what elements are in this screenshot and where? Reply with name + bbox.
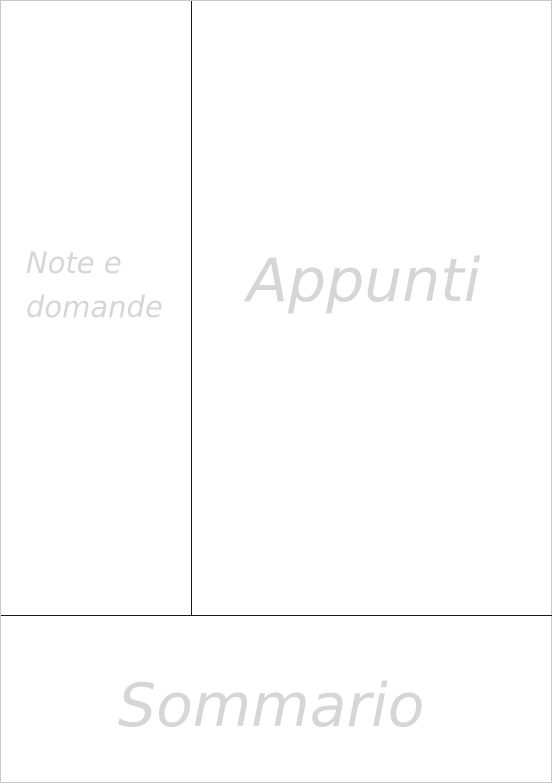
summary-area-placeholder: Sommario (118, 671, 425, 741)
cue-column[interactable]: Note e domande (1, 1, 192, 615)
summary-area[interactable]: Sommario (1, 615, 552, 784)
notes-column[interactable]: Appunti (192, 1, 552, 615)
notes-column-placeholder: Appunti (247, 246, 481, 316)
cornell-notes-page: Note e domande Appunti Sommario (0, 0, 552, 783)
cue-column-placeholder: Note e domande (26, 246, 163, 324)
